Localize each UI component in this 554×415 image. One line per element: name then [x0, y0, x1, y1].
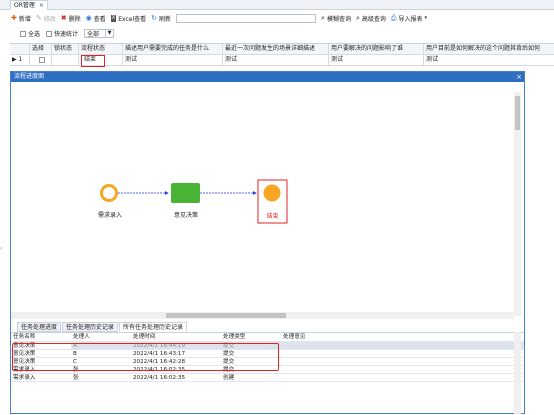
- grid-header: [10, 44, 30, 54]
- end-node-label: 结束: [266, 213, 279, 220]
- tab-or-management[interactable]: OR管理 ×: [10, 0, 48, 10]
- printer-icon: ⎙: [390, 13, 397, 22]
- export-report-button[interactable]: ⎙ 导入报表 ▾: [391, 14, 427, 23]
- cell: 需求录入: [13, 375, 36, 381]
- grid-header[interactable]: 流程状态: [79, 44, 123, 54]
- history-tabs: 任务处理进度 任务处理历史记录 所有任务处理历史记录: [17, 322, 188, 332]
- checkbox[interactable]: [38, 57, 45, 63]
- toolbar: ✚ 新增 ✎ 修改 ✖ 删除 ◉ 查看 X Excel查看 ↻ 刷新 ⌕ 模糊查询 ⌕ 高级查询…: [10, 11, 554, 25]
- column-header[interactable]: 处理意见: [281, 333, 361, 341]
- cell: 测试: [329, 55, 424, 65]
- cell: [281, 366, 361, 373]
- cell: [281, 342, 361, 349]
- grid-header[interactable]: 用户目前是如何解决的这个问题其背后如何: [424, 44, 554, 54]
- cell: [281, 374, 361, 381]
- checkbox[interactable]: [46, 30, 53, 37]
- grid-header[interactable]: 用户要解决的问题影响了谁: [329, 44, 424, 54]
- column-header[interactable]: 处理时间: [131, 333, 221, 341]
- new-button[interactable]: ✚ 新增: [11, 14, 31, 23]
- filter-bar: 全选 快速统计 全部 ▼: [10, 27, 554, 40]
- eye-icon: ◉: [85, 13, 92, 22]
- view-button[interactable]: ◉ 查看: [86, 14, 106, 23]
- tab-task-progress[interactable]: 任务处理进度: [17, 322, 62, 332]
- highlight-box: [81, 55, 105, 67]
- excel-button[interactable]: X Excel查看: [110, 14, 146, 23]
- tab-task-history[interactable]: 任务处理历史记录: [62, 322, 119, 332]
- end-event-icon[interactable]: [263, 184, 281, 202]
- dialog-title: 流程进度图: [11, 72, 524, 82]
- task-node[interactable]: [171, 183, 200, 203]
- cell: 测试: [426, 56, 439, 63]
- cell: 2022/4/1 16:02:35: [133, 375, 186, 381]
- start-event-icon[interactable]: [100, 184, 118, 202]
- edit-button[interactable]: ✎ 修改: [36, 14, 56, 23]
- grid-header[interactable]: 选择: [30, 44, 52, 54]
- status-select[interactable]: 全部 ▼: [84, 29, 115, 38]
- excel-icon: X: [110, 14, 117, 22]
- chevron-down-icon: ▼: [105, 30, 113, 37]
- grid-header-row: 选择 锁状态 流程状态 描述用户需要完成的任务是什么 最近一次问题发生的场景详细…: [10, 44, 554, 55]
- history-header-row: 任务名称 处理人 处理时间 处理类型 处理意见: [11, 333, 524, 342]
- cell: [281, 350, 361, 357]
- checkbox[interactable]: [20, 30, 26, 37]
- quick-stats-checkbox[interactable]: 快速统计: [46, 29, 78, 38]
- cell: 测试: [123, 55, 223, 65]
- highlight-box: [12, 343, 279, 371]
- cell: 张: [73, 375, 79, 381]
- grid-header[interactable]: 描述用户需要完成的任务是什么: [123, 44, 223, 54]
- scrollbar-thumb[interactable]: [166, 313, 286, 318]
- fuzzy-search-button[interactable]: ⌕ 模糊查询: [321, 14, 351, 23]
- pencil-icon: ✎: [35, 13, 42, 22]
- x-icon: ✖: [60, 13, 67, 22]
- row-select-cell[interactable]: [30, 55, 52, 65]
- tab-all-task-history[interactable]: 所有任务处理历史记录: [119, 322, 188, 332]
- flow-diagram: [100, 179, 288, 224]
- vertical-scrollbar[interactable]: [514, 332, 521, 414]
- cell: 创建: [223, 375, 235, 381]
- task-node-label: 意见决策: [173, 212, 198, 219]
- splitter-grip-icon[interactable]: ‹: [0, 245, 6, 253]
- tab-bar: [0, 0, 554, 10]
- chevron-down-icon: ▾: [424, 15, 428, 21]
- flow-canvas: 需求录入 意见决策 结束: [11, 82, 524, 314]
- start-node-label: 需求录入: [97, 212, 122, 219]
- search-icon: ⌕: [321, 13, 325, 22]
- process-progress-dialog: 流程进度图 × 需求录入 意见决策 结束 任务处理进度 任务处理历史记录 所有任…: [10, 71, 525, 414]
- column-header[interactable]: 处理类型: [221, 333, 281, 341]
- scrollbar-thumb[interactable]: [515, 96, 520, 130]
- lock-cell: [52, 55, 79, 65]
- search-icon: ⌕: [355, 13, 360, 22]
- row-marker: ▶ 1: [10, 55, 30, 65]
- search-input[interactable]: [176, 13, 317, 23]
- cell: [281, 358, 361, 365]
- column-header[interactable]: 处理人: [71, 333, 131, 341]
- close-icon[interactable]: ×: [39, 2, 44, 9]
- cell: 测试: [223, 55, 329, 65]
- plus-icon: ✚: [11, 13, 17, 22]
- grid-header[interactable]: 锁状态: [52, 44, 79, 54]
- advanced-search-button[interactable]: ⌕ 高级查询: [356, 14, 386, 23]
- right-strip: [526, 95, 554, 135]
- close-icon[interactable]: ×: [516, 72, 522, 82]
- column-header[interactable]: 任务名称: [11, 333, 71, 341]
- tab-label: OR管理: [14, 2, 35, 9]
- refresh-button[interactable]: ↻ 刷新: [151, 14, 171, 23]
- table-row[interactable]: 需求录入 张 2022/4/1 16:02:35 创建: [11, 374, 524, 382]
- refresh-icon: ↻: [151, 13, 158, 22]
- select-all-checkbox[interactable]: 全选: [20, 29, 40, 38]
- grid-header[interactable]: 最近一次问题发生的场景详细描述: [223, 44, 329, 54]
- delete-button[interactable]: ✖ 删除: [61, 14, 81, 23]
